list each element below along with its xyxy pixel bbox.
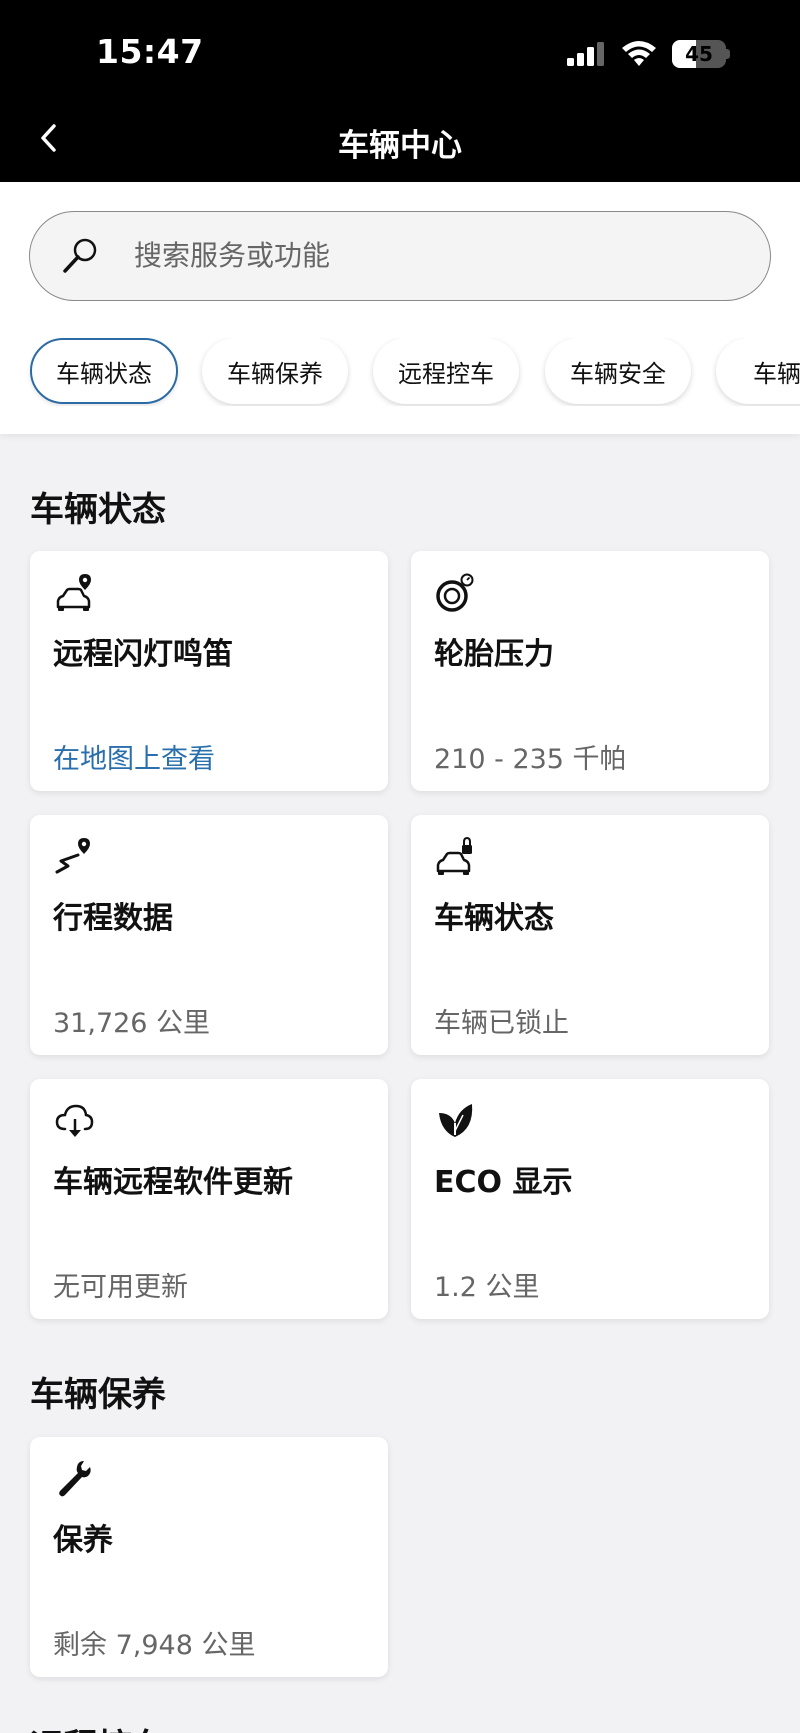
card-remote-software-update[interactable]: 车辆远程软件更新 无可用更新 xyxy=(30,1079,388,1319)
section-title-remote-control: 远程控车 xyxy=(30,1719,166,1733)
chip-vehicle-security[interactable]: 车辆安全 xyxy=(545,338,691,404)
battery-indicator: 45 xyxy=(672,40,730,68)
card-subtitle: 31,726 公里 xyxy=(53,1008,211,1039)
card-trip-data[interactable]: 行程数据 31,726 公里 xyxy=(30,815,388,1055)
card-remote-horn-light[interactable]: 远程闪灯鸣笛 在地图上查看 xyxy=(30,551,388,791)
card-title: 行程数据 xyxy=(53,901,173,936)
chip-vehicle-status[interactable]: 车辆状态 xyxy=(30,338,178,404)
card-eco-display[interactable]: ECO 显示 1.2 公里 xyxy=(411,1079,769,1319)
card-subtitle: 210 - 235 千帕 xyxy=(434,744,627,775)
leaf-icon xyxy=(439,1104,473,1137)
card-maintenance[interactable]: 保养 剩余 7,948 公里 xyxy=(30,1437,388,1677)
car-location-icon xyxy=(56,574,91,611)
card-subtitle: 1.2 公里 xyxy=(434,1272,540,1303)
card-subtitle: 无可用更新 xyxy=(53,1272,188,1303)
cloud-download-icon xyxy=(55,1104,94,1137)
card-title: 车辆状态 xyxy=(434,901,554,936)
card-title: ECO 显示 xyxy=(434,1165,573,1200)
cellular-signal-icon xyxy=(567,42,604,66)
chip-vehicle-maintenance[interactable]: 车辆保养 xyxy=(202,338,348,404)
chip-vehicle-settings[interactable]: 车辆设 xyxy=(716,338,800,404)
search-icon xyxy=(63,238,97,273)
section-title-vehicle-status: 车辆状态 xyxy=(30,490,166,530)
category-chips: 车辆状态 车辆保养 远程控车 车辆安全 车辆设 xyxy=(0,338,800,406)
card-title: 保养 xyxy=(53,1523,113,1558)
wrench-icon xyxy=(59,1461,91,1497)
view-on-map-link[interactable]: 在地图上查看 xyxy=(53,737,215,776)
status-time: 15:47 xyxy=(96,32,204,71)
card-tire-pressure[interactable]: 轮胎压力 210 - 235 千帕 xyxy=(411,551,769,791)
page-title: 车辆中心 xyxy=(338,128,462,164)
search-input[interactable] xyxy=(134,212,734,299)
chip-remote-control[interactable]: 远程控车 xyxy=(373,338,519,404)
card-subtitle: 剩余 7,948 公里 xyxy=(53,1630,256,1661)
card-vehicle-status[interactable]: 车辆状态 车辆已锁止 xyxy=(411,815,769,1055)
search-box[interactable] xyxy=(29,211,771,301)
trip-route-icon xyxy=(55,838,90,874)
battery-percent: 45 xyxy=(685,42,713,66)
card-title: 远程闪灯鸣笛 xyxy=(53,637,233,672)
wifi-icon xyxy=(622,41,656,66)
car-lock-icon xyxy=(436,837,472,875)
card-title: 轮胎压力 xyxy=(434,637,554,672)
section-title-vehicle-maintenance: 车辆保养 xyxy=(30,1375,166,1415)
tire-pressure-icon xyxy=(436,573,474,612)
card-title: 车辆远程软件更新 xyxy=(53,1165,293,1200)
card-subtitle: 车辆已锁止 xyxy=(434,1008,569,1039)
